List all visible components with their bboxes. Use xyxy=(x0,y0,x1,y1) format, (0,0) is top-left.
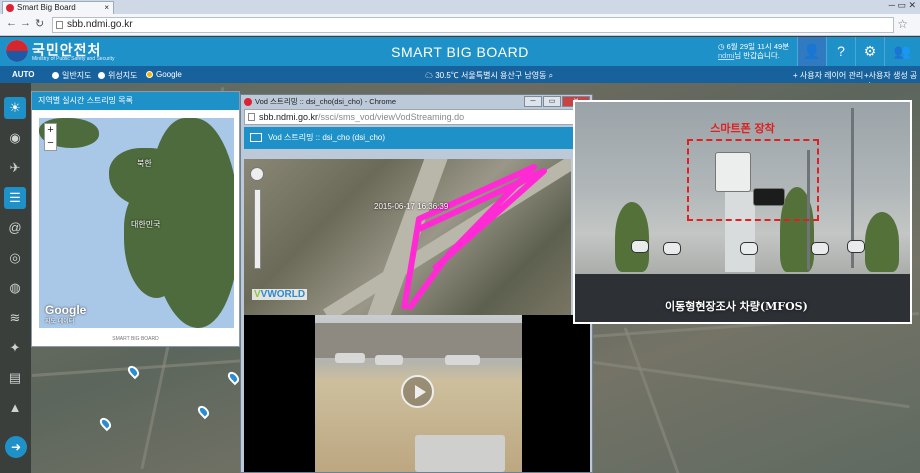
user-link[interactable]: ndmi xyxy=(718,51,734,60)
expand-arrow-button[interactable]: ➜ xyxy=(5,436,27,458)
auto-label: AUTO xyxy=(12,70,35,79)
film-icon xyxy=(250,133,262,142)
panel-title: 지역별 실시간 스트리밍 목록 xyxy=(32,92,239,110)
zoom-slider[interactable] xyxy=(254,189,261,269)
korea-map[interactable]: + − 북한 대한민국 Google 지도 데이터 xyxy=(39,118,234,328)
address-bar: ← → ↻ sbb.ndmi.go.kr ☆ xyxy=(0,14,920,36)
search-icon[interactable]: ⌕ xyxy=(549,71,553,80)
greeting: 님 반갑습니다. xyxy=(734,51,780,60)
help-button[interactable]: ? xyxy=(826,37,855,66)
smartphone-highlight-box xyxy=(687,139,819,221)
map-marker-icon[interactable] xyxy=(225,369,242,386)
window-title: Vod 스트리밍 :: dsi_cho(dsi_cho) - Chrome xyxy=(255,97,396,106)
typhoon-icon[interactable]: @ xyxy=(4,217,26,239)
google-logo: Google xyxy=(45,303,87,317)
satellite-icon[interactable]: ✦ xyxy=(4,337,26,359)
datetime: 6월 29일 11시 49분 xyxy=(726,42,790,51)
map-option-label: 일반지도 xyxy=(62,71,92,80)
browser-tabbar: Smart Big Board × ─ ▭ ✕ xyxy=(0,0,920,14)
favicon-icon xyxy=(6,4,14,12)
satellite-map[interactable]: 2015-06-17 16:36:39 VVWORLD xyxy=(244,159,571,315)
radio-icon xyxy=(98,72,105,79)
popup-url-field[interactable]: sbb.ndmi.go.kr/ssci/sms_vod/viewVodStrea… xyxy=(244,109,589,125)
globe-icon[interactable]: ◍ xyxy=(4,277,26,299)
url-text: sbb.ndmi.go.kr xyxy=(67,19,133,30)
chart-icon[interactable]: ▤ xyxy=(4,367,26,389)
video-player[interactable] xyxy=(244,315,590,472)
list-icon[interactable]: ☰ xyxy=(4,187,26,209)
url-input[interactable]: sbb.ndmi.go.kr xyxy=(52,17,894,33)
url-path: /ssci/sms_vod/viewVodStreaming.do xyxy=(318,112,465,122)
video-frame xyxy=(315,315,522,472)
window-titlebar[interactable]: Vod 스트리밍 :: dsi_cho(dsi_cho) - Chrome ─ … xyxy=(241,95,592,109)
clock-icon: ◷ xyxy=(718,42,725,51)
header-info: ◷ 6월 29일 11시 49분 ndmi님 반갑습니다. xyxy=(718,42,789,60)
page-icon xyxy=(56,21,63,29)
radio-icon xyxy=(52,72,59,79)
map-marker-icon[interactable] xyxy=(97,415,114,432)
layer-manage-link[interactable]: + 사용자 레이어 관리 xyxy=(793,70,863,81)
map-option-normal[interactable]: 일반지도 xyxy=(52,70,91,81)
vod-title: Vod 스트리밍 :: dsi_cho (dsi_cho) xyxy=(268,133,386,142)
map-data-link[interactable]: 지도 데이터 xyxy=(45,316,74,325)
forward-icon[interactable]: → xyxy=(20,17,31,29)
label-south-korea: 대한민국 xyxy=(131,220,161,229)
user-icon: 👤 xyxy=(803,43,821,59)
reload-icon[interactable]: ↻ xyxy=(35,17,44,30)
group-button[interactable]: 👥 xyxy=(884,37,920,66)
play-icon xyxy=(415,385,426,399)
arrow-right-icon: ➜ xyxy=(10,440,22,454)
wave-icon[interactable]: ≋ xyxy=(4,307,26,329)
play-button[interactable] xyxy=(401,375,434,408)
weather-info: ☁ 30.5℃ 서울특별시 용산구 남영동 ⌕ xyxy=(425,71,554,80)
streaming-list-panel: 지역별 실시간 스트리밍 목록 + − 북한 대한민국 Google 지도 데이터… xyxy=(31,91,240,347)
camera-icon[interactable]: ◉ xyxy=(4,127,26,149)
gear-icon: ⚙ xyxy=(863,43,877,59)
radio-selected-icon xyxy=(146,71,153,78)
panel-footer: SMART BIG BOARD xyxy=(112,336,159,342)
vod-streaming-window: Vod 스트리밍 :: dsi_cho(dsi_cho) - Chrome ─ … xyxy=(240,94,593,473)
chrome-icon xyxy=(244,98,252,106)
group-icon: 👥 xyxy=(893,43,912,59)
vworld-logo: VVWORLD xyxy=(252,289,308,300)
photo-title: 스마트폰 장착 xyxy=(710,122,775,135)
help-icon: ? xyxy=(837,43,845,59)
map-option-label: 위성지도 xyxy=(108,71,138,80)
settings-button[interactable]: ⚙ xyxy=(855,37,884,66)
map-option-label: Google xyxy=(156,70,182,79)
vod-header: Vod 스트리밍 :: dsi_cho (dsi_cho) xyxy=(244,127,590,149)
vworld-text: VWORLD xyxy=(260,289,306,300)
zoom-control[interactable]: + − xyxy=(44,123,57,151)
user-button[interactable]: 👤 xyxy=(797,37,826,66)
maximize-button[interactable]: ▭ xyxy=(543,96,561,107)
fire-icon[interactable]: ▲ xyxy=(4,397,26,419)
bookmark-star-icon[interactable]: ☆ xyxy=(897,17,908,31)
left-sidebar: ☀ ◉ ✈ ☰ @ ◎ ◍ ≋ ✦ ▤ ▲ xyxy=(0,93,31,473)
label-north-korea: 북한 xyxy=(137,159,152,168)
window-controls[interactable]: ─ ▭ ✕ xyxy=(889,0,916,11)
page-icon xyxy=(248,113,255,121)
sun-icon[interactable]: ☀ xyxy=(4,97,26,119)
pan-control-icon[interactable] xyxy=(250,167,264,181)
map-marker-icon[interactable] xyxy=(195,403,212,420)
browser-tab[interactable]: Smart Big Board × xyxy=(2,1,114,14)
minimize-button[interactable]: ─ xyxy=(524,96,542,107)
map-option-satellite[interactable]: 위성지도 xyxy=(98,70,137,81)
photo-caption: 이동형현장조사 차량(MFOS) xyxy=(665,300,808,313)
url-host: sbb.ndmi.go.kr xyxy=(259,112,319,122)
weather-text: 30.5℃ 서울특별시 용산구 남영동 xyxy=(435,71,547,80)
close-tab-icon[interactable]: × xyxy=(104,2,109,14)
radar-icon[interactable]: ◎ xyxy=(4,247,26,269)
app-header: 국민안전처 Ministry of Public Safety and Secu… xyxy=(0,37,920,66)
tab-title: Smart Big Board xyxy=(17,3,76,12)
map-toolbar: AUTO 일반지도 위성지도 Google ☁ 30.5℃ 서울특별시 용산구 … xyxy=(0,66,920,91)
bird-icon[interactable]: ✈ xyxy=(4,157,26,179)
map-option-google[interactable]: Google xyxy=(146,70,182,79)
vehicle-photo: 스마트폰 장착 이동형현장조사 차량(MFOS) xyxy=(573,100,912,324)
timestamp-label: 2015-06-17 16:36:39 xyxy=(374,202,449,211)
back-icon[interactable]: ← xyxy=(6,17,17,29)
